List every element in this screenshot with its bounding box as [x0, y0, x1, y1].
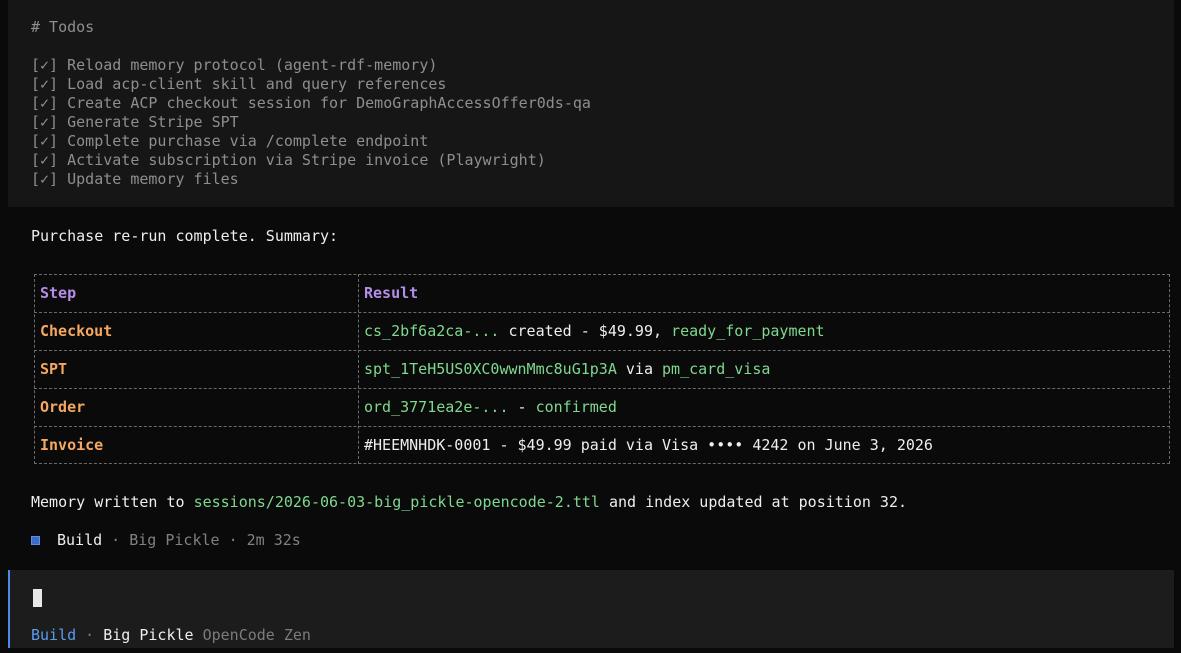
- table-cell-result: #HEEMNHDK-0001 - $49.99 paid via Visa ••…: [364, 436, 933, 455]
- table-header-result: Result: [364, 284, 419, 302]
- status-separator: ·: [102, 531, 130, 549]
- table-cell-result: ord_3771ea2e-... - confirmed: [364, 398, 617, 417]
- todo-item: [✓] Update memory files: [31, 170, 239, 188]
- table-cell-step: Order: [40, 398, 86, 416]
- result-text: created - $49.99,: [499, 322, 672, 340]
- prompt-mode[interactable]: Build: [31, 626, 76, 644]
- todo-item: [✓] Generate Stripe SPT: [31, 113, 239, 131]
- todo-item: [✓] Create ACP checkout session for Demo…: [31, 94, 591, 112]
- status-model: Big Pickle: [129, 531, 220, 549]
- table-column-divider: [358, 274, 359, 464]
- table-cell-result: spt_1TeH5US0XC0wwnMmc8uG1p3A via pm_card…: [364, 360, 770, 379]
- checkout-session-id: cs_2bf6a2ca-...: [364, 322, 500, 340]
- memory-line: Memory written to sessions/2026-06-03-bi…: [31, 493, 907, 512]
- table-row-divider: [34, 350, 1170, 351]
- build-square-icon: [31, 536, 40, 545]
- result-text: via: [616, 360, 663, 378]
- build-status: Build · Big Pickle · 2m 32s: [31, 531, 301, 550]
- spt-id: spt_1TeH5US0XC0wwnMmc8uG1p3A: [364, 360, 617, 378]
- table-cell-result: cs_2bf6a2ca-... created - $49.99, ready_…: [364, 322, 825, 341]
- payment-method: pm_card_visa: [662, 360, 771, 378]
- prompt-input[interactable]: Build · Big Pickle OpenCode Zen: [8, 570, 1174, 648]
- memory-suffix: and index updated at position 32.: [599, 493, 907, 511]
- table-cell-step: Invoice: [40, 436, 104, 454]
- table-row-divider: [34, 312, 1170, 313]
- prompt-separator: ·: [76, 626, 104, 644]
- table-header-step: Step: [40, 284, 77, 302]
- todo-item: [✓] Complete purchase via /complete endp…: [31, 132, 429, 150]
- todo-heading: # Todos: [31, 18, 95, 36]
- table-row-divider: [34, 388, 1170, 389]
- memory-file-path: sessions/2026-06-03-big_pickle-opencode-…: [193, 493, 600, 511]
- order-status: confirmed: [535, 398, 617, 416]
- status-duration: 2m 32s: [246, 531, 301, 549]
- todo-panel: # Todos [✓] Reload memory protocol (agen…: [8, 0, 1174, 207]
- checkout-status: ready_for_payment: [671, 322, 825, 340]
- text-cursor: [33, 589, 42, 607]
- prompt-footer: Build · Big Pickle OpenCode Zen: [31, 626, 311, 645]
- invoice-result-text: #HEEMNHDK-0001 - $49.99 paid via Visa ••…: [364, 436, 933, 454]
- prompt-model[interactable]: Big Pickle: [103, 626, 193, 644]
- order-id: ord_3771ea2e-...: [364, 398, 509, 416]
- summary-intro: Purchase re-run complete. Summary:: [31, 227, 339, 245]
- table-cell-step: Checkout: [40, 322, 113, 340]
- table-cell-step: SPT: [40, 360, 68, 378]
- status-separator: ·: [219, 531, 247, 549]
- todo-item: [✓] Activate subscription via Stripe inv…: [31, 151, 546, 169]
- status-mode: Build: [57, 531, 103, 549]
- result-text: -: [508, 398, 536, 416]
- memory-prefix: Memory written to: [31, 493, 194, 511]
- prompt-provider: OpenCode Zen: [202, 626, 311, 644]
- table-row-divider: [34, 426, 1170, 427]
- todo-item: [✓] Reload memory protocol (agent-rdf-me…: [31, 56, 438, 74]
- todo-item: [✓] Load acp-client skill and query refe…: [31, 75, 447, 93]
